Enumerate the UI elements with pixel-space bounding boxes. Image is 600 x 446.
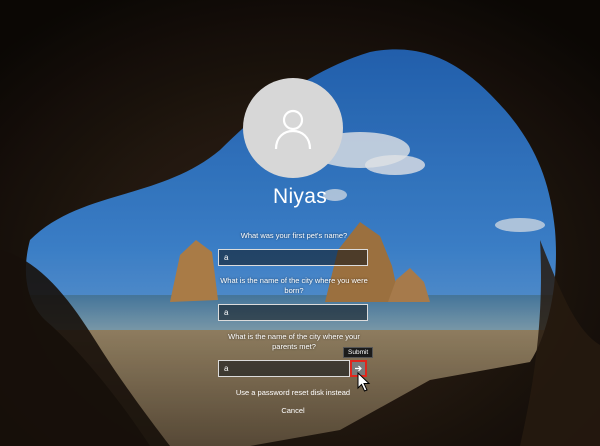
dim-overlay [0,0,600,446]
security-question-1: What was your first pet's name? [240,231,348,240]
cancel-link[interactable]: Cancel [0,406,586,415]
answer-field-2[interactable] [218,304,368,321]
user-name: Niyas [272,185,327,208]
password-reset-disk-link[interactable]: Use a password reset disk instead [0,388,586,397]
answer-field-3[interactable] [218,360,350,377]
security-question-2: What is the name of the city where you w… [220,276,368,295]
user-avatar [243,78,343,178]
submit-tooltip: Submit [343,347,374,358]
answer-field-1[interactable] [218,249,368,266]
user-silhouette-icon [274,109,312,150]
